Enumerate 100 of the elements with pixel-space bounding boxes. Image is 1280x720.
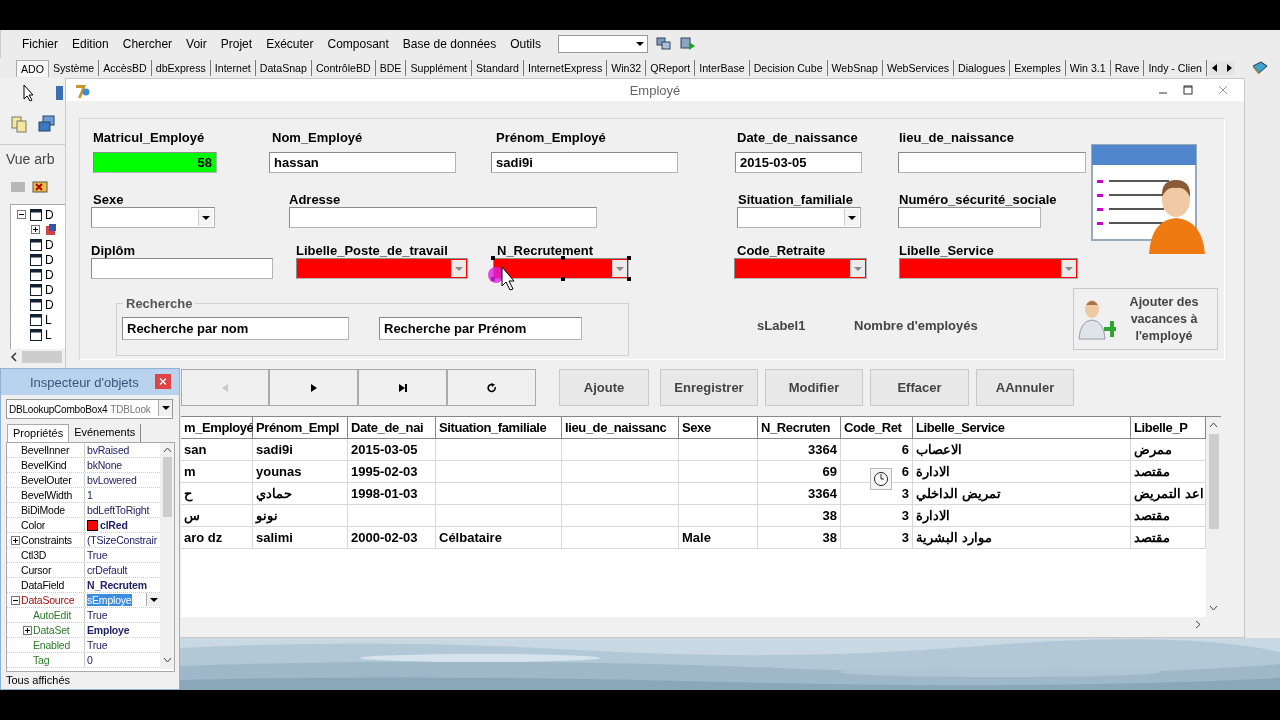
palette-tab[interactable]: WebSnap (827, 60, 883, 76)
delete-folder-icon[interactable] (32, 179, 48, 193)
scroll-left-icon[interactable] (1211, 63, 1219, 73)
tree-item[interactable]: L (45, 312, 52, 327)
action-button[interactable]: AAnnuler (976, 369, 1074, 406)
inspector-tab[interactable]: Propriétés (7, 424, 70, 442)
palette-tab[interactable]: Win32 (607, 60, 647, 76)
property-name[interactable]: Tag (33, 654, 50, 666)
property-name[interactable]: Color (21, 519, 46, 531)
property-name[interactable]: DataField (21, 579, 65, 591)
property-value[interactable]: bvLowered (87, 474, 137, 486)
property-value[interactable]: bkNone (87, 459, 122, 471)
combo-box[interactable] (734, 258, 867, 279)
input-field[interactable]: 2015-03-05 (735, 152, 862, 173)
tree-item[interactable]: D (45, 282, 54, 297)
property-value[interactable]: True (87, 549, 108, 561)
menu-item[interactable]: Projet (213, 37, 260, 51)
palette-tab[interactable]: InternetExpress (524, 60, 608, 76)
menu-item[interactable]: Voir (179, 37, 214, 51)
scroll-up-icon[interactable] (1209, 422, 1218, 428)
input-field[interactable]: sadi9i (491, 152, 678, 173)
column-header[interactable]: Libelle_Service (913, 417, 1131, 439)
property-name[interactable]: Cursor (21, 564, 52, 576)
input-field[interactable] (898, 152, 1086, 173)
menu-item[interactable]: Exécuter (259, 37, 321, 51)
tree-item[interactable]: D (45, 237, 54, 252)
tree-item[interactable]: L (45, 327, 52, 342)
input-field[interactable]: hassan (269, 152, 456, 173)
menu-item[interactable]: Chercher (115, 37, 180, 51)
property-value[interactable]: 0 (87, 654, 93, 666)
action-button[interactable]: Enregistrer (660, 369, 758, 406)
property-value[interactable]: 1 (87, 489, 93, 501)
palette-tab[interactable]: Standard (472, 60, 524, 76)
palette-tab[interactable]: Win 3.1 (1065, 60, 1111, 76)
column-header[interactable]: Date_de_nai (348, 417, 436, 439)
palette-tab[interactable]: WebServices (882, 60, 955, 76)
add-vacation-button[interactable]: Ajouter des vacances à l'employé (1073, 288, 1218, 350)
maximize-icon[interactable] (1183, 85, 1193, 95)
combo-box[interactable] (899, 258, 1078, 279)
column-header[interactable]: Code_Ret (841, 417, 913, 439)
property-value[interactable]: (TSizeConstrair (87, 534, 157, 546)
search-field[interactable]: Recherche par Prénom (379, 317, 582, 340)
close-icon[interactable] (1218, 85, 1228, 95)
combo-box[interactable] (737, 207, 861, 228)
column-header[interactable]: Libelle_P (1131, 417, 1206, 439)
palette-tab[interactable]: BDE (375, 60, 407, 76)
windows-icon[interactable] (38, 115, 56, 133)
expand-toggle[interactable] (17, 210, 26, 219)
property-value[interactable]: True (87, 609, 108, 621)
search-field[interactable]: Recherche par nom (122, 317, 349, 340)
property-value[interactable]: bdLeftToRight (87, 504, 150, 516)
combo-box[interactable] (296, 258, 468, 279)
property-name[interactable]: BevelOuter (21, 474, 72, 486)
input-field[interactable]: 58 (93, 152, 217, 173)
palette-tab[interactable]: DataSnap (255, 60, 312, 76)
expand-toggle[interactable] (31, 225, 40, 234)
scrollbar-thumb[interactable] (162, 457, 172, 517)
property-value[interactable]: True (87, 639, 108, 651)
property-name[interactable]: BevelInner (21, 444, 70, 456)
input-field[interactable] (898, 207, 1041, 228)
property-name[interactable]: Enabled (33, 639, 71, 651)
property-name[interactable]: BevelWidth (21, 489, 73, 501)
palette-tab[interactable]: dbExpress (151, 60, 211, 76)
tree-item[interactable]: D (45, 297, 54, 312)
menu-item[interactable]: Outils (503, 37, 548, 51)
menu-item[interactable]: Composant (320, 37, 396, 51)
palette-tab[interactable]: Indy - Clien (1144, 60, 1207, 76)
scrollbar-thumb[interactable] (22, 351, 62, 363)
action-button[interactable]: Ajoute (559, 369, 649, 406)
book-icon[interactable] (1251, 60, 1269, 76)
scroll-right-icon[interactable] (1195, 620, 1201, 629)
palette-tab[interactable]: InterBase (695, 60, 750, 76)
component-icon[interactable] (55, 84, 63, 102)
action-button[interactable]: Modifier (765, 369, 863, 406)
palette-tab[interactable]: Système (48, 60, 100, 76)
property-value[interactable]: clRed (100, 519, 128, 531)
component-dropdown[interactable]: DBLookupComboBox4 TDBLook (6, 399, 173, 419)
tree-item[interactable]: D (45, 267, 54, 282)
tree-item[interactable]: D (45, 252, 54, 267)
property-name[interactable]: DataSource (21, 594, 75, 606)
combo-box[interactable] (493, 258, 629, 279)
expand-toggle[interactable] (11, 535, 20, 545)
combo-box[interactable] (91, 207, 215, 228)
menu-item[interactable]: Fichier (15, 37, 65, 51)
palette-tab[interactable]: ADO (16, 59, 49, 77)
palette-tab[interactable]: Exemples (1010, 60, 1066, 76)
property-name[interactable]: DataSet (33, 624, 70, 636)
close-button[interactable] (155, 374, 171, 389)
property-value[interactable]: bvRaised (87, 444, 130, 456)
palette-tab[interactable]: QReport (646, 60, 696, 76)
column-header[interactable]: m_Employé (181, 417, 253, 439)
pointer-icon[interactable] (22, 84, 36, 102)
scroll-left-icon[interactable] (10, 352, 18, 362)
action-button[interactable]: Effacer (870, 369, 969, 406)
toolbar-dropdown[interactable] (557, 35, 648, 53)
property-value[interactable]: Employe (87, 624, 130, 636)
copy-icon[interactable] (10, 115, 28, 133)
input-field[interactable] (91, 258, 273, 279)
palette-tab[interactable]: Rave (1110, 60, 1145, 76)
menu-item[interactable]: Base de données (395, 37, 504, 51)
